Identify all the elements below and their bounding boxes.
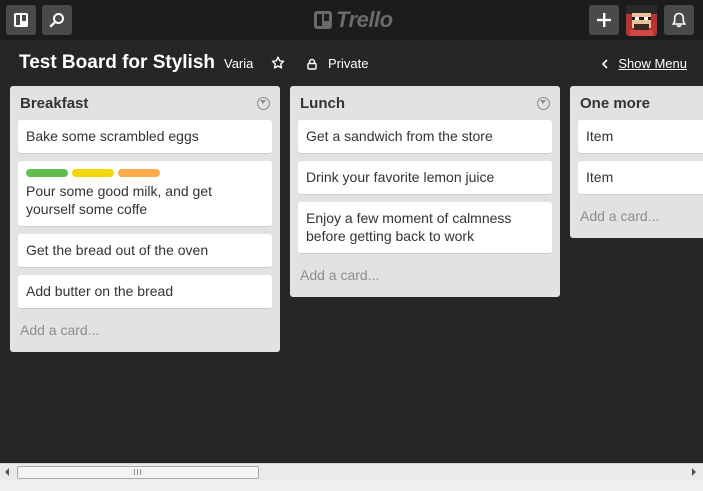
chevron-left-icon <box>602 58 608 69</box>
card[interactable]: Add butter on the bread <box>18 275 272 309</box>
trello-logo[interactable]: Trello <box>313 7 393 32</box>
card-text: Bake some scrambled eggs <box>26 128 199 144</box>
list-header: Breakfast <box>18 86 272 120</box>
card[interactable]: Bake some scrambled eggs <box>18 120 272 154</box>
list-header: Lunch <box>298 86 552 120</box>
card[interactable]: Item <box>578 161 703 195</box>
avatar-image <box>626 5 657 36</box>
scroll-right-arrow-icon[interactable] <box>692 468 696 476</box>
list-title[interactable]: One more <box>580 95 650 112</box>
list-breakfast: Breakfast Bake some scrambled eggs Pour … <box>10 86 280 352</box>
visibility-toggle[interactable]: Private <box>306 56 368 71</box>
star-icon[interactable] <box>271 56 285 70</box>
list-header: One more <box>578 86 703 120</box>
card-text: Item <box>586 128 614 144</box>
avatar[interactable] <box>626 5 657 36</box>
list-title[interactable]: Lunch <box>300 95 345 112</box>
card[interactable]: Enjoy a few moment of calmness before ge… <box>298 202 552 254</box>
label-orange <box>118 169 160 177</box>
visibility-label: Private <box>328 56 369 71</box>
boards-button[interactable] <box>6 5 36 35</box>
label-green <box>26 169 68 177</box>
card-text: Enjoy a few moment of calmness before ge… <box>306 210 512 244</box>
card[interactable]: Item <box>578 120 703 154</box>
add-button[interactable] <box>589 5 619 35</box>
card-text: Drink your favorite lemon juice <box>306 169 495 185</box>
scroll-left-arrow-icon[interactable] <box>5 468 9 476</box>
list-menu-icon[interactable] <box>537 96 550 110</box>
list-menu-icon[interactable] <box>257 96 270 110</box>
trello-logo-icon <box>314 11 332 29</box>
list-title[interactable]: Breakfast <box>20 95 88 112</box>
horizontal-scrollbar[interactable]: III <box>0 463 703 480</box>
list-lunch: Lunch Get a sandwich from the store Drin… <box>290 86 560 297</box>
card-text: Add butter on the bread <box>26 283 174 299</box>
label-yellow <box>72 169 114 177</box>
board-title[interactable]: Test Board for Stylish <box>19 52 215 74</box>
card-text: Get a sandwich from the store <box>306 128 493 144</box>
card[interactable]: Get the bread out of the oven <box>18 234 272 268</box>
lock-icon <box>307 58 317 70</box>
card[interactable]: Pour some good milk, and get yourself so… <box>18 161 272 227</box>
show-menu-label: Show Menu <box>618 56 687 71</box>
card-text: Get the bread out of the oven <box>26 242 209 258</box>
search-icon <box>49 13 64 28</box>
add-card-button[interactable]: Add a card... <box>298 261 552 297</box>
window-bottom-edge <box>0 480 703 491</box>
card-text: Item <box>586 169 614 185</box>
card[interactable]: Get a sandwich from the store <box>298 120 552 154</box>
board-organization[interactable]: Varia <box>224 56 253 71</box>
logo-text: Trello <box>336 7 393 32</box>
add-card-button[interactable]: Add a card... <box>18 316 272 352</box>
plus-icon <box>597 13 611 27</box>
top-header: Trello <box>0 0 703 40</box>
card-labels <box>26 169 264 177</box>
card[interactable]: Drink your favorite lemon juice <box>298 161 552 195</box>
bell-icon <box>671 12 687 28</box>
list-one-more: One more Item Item Add a card... <box>570 86 703 238</box>
scroll-grip: III <box>133 468 143 477</box>
notifications-button[interactable] <box>664 5 694 35</box>
card-text: Pour some good milk, and get yourself so… <box>26 183 212 217</box>
show-menu-button[interactable]: Show Menu <box>601 56 687 71</box>
scroll-thumb[interactable]: III <box>17 466 259 479</box>
search-button[interactable] <box>42 5 72 35</box>
boards-icon <box>14 13 28 27</box>
add-card-button[interactable]: Add a card... <box>578 202 703 238</box>
